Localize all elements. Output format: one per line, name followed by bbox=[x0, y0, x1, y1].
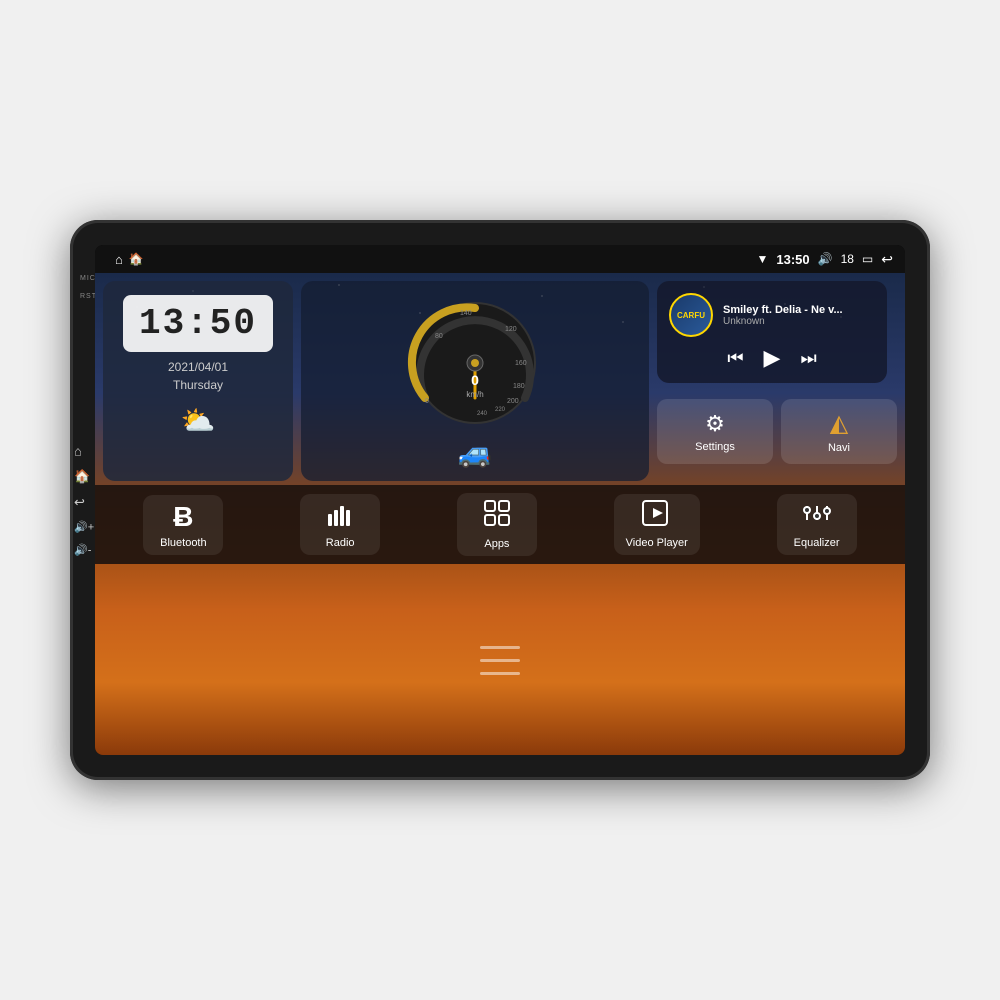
video-label: Video Player bbox=[626, 537, 688, 549]
back-side-icon[interactable]: ↩ bbox=[72, 493, 87, 513]
svg-text:km/h: km/h bbox=[466, 390, 483, 399]
prev-button[interactable]: ⏮ bbox=[727, 348, 743, 369]
svg-text:80: 80 bbox=[435, 333, 443, 340]
clock-display: 13:50 bbox=[123, 295, 273, 352]
clock-time: 13:50 bbox=[139, 303, 257, 344]
vol-down-icon[interactable]: 🔊- bbox=[72, 542, 93, 559]
widgets-row: 13:50 2021/04/01 Thursday ⛅ bbox=[95, 273, 905, 485]
volume-icon: 🔊 bbox=[818, 252, 833, 266]
settings-navi-row: ⚙ Settings ◭ Navi bbox=[657, 399, 897, 464]
mic-label: MIC bbox=[80, 275, 96, 282]
svg-text:0: 0 bbox=[471, 372, 479, 388]
svg-text:180: 180 bbox=[513, 383, 525, 390]
settings-button[interactable]: ⚙ Settings bbox=[657, 399, 773, 464]
video-icon bbox=[642, 500, 672, 533]
speedometer-svg: 0 120 140 80 160 180 200 220 240 bbox=[405, 293, 545, 433]
navi-button[interactable]: ◭ Navi bbox=[781, 399, 897, 464]
battery-icon: ▭ bbox=[862, 252, 873, 266]
screen: ⌂ 🏠 ▼ 13:50 🔊 18 ▭ ↩ bbox=[95, 245, 905, 755]
music-artist: Unknown bbox=[723, 316, 875, 327]
svg-text:140: 140 bbox=[460, 310, 472, 317]
side-button-group: ⌂ 🏠 ↩ 🔊+ 🔊- bbox=[72, 442, 96, 559]
house-side-icon[interactable]: 🏠 bbox=[72, 467, 92, 487]
video-button[interactable]: Video Player bbox=[614, 494, 700, 555]
weather-icon: ⛅ bbox=[181, 404, 216, 437]
music-title: Smiley ft. Delia - Ne v... bbox=[723, 304, 875, 316]
navi-label: Navi bbox=[828, 442, 850, 454]
road-lines bbox=[480, 646, 520, 675]
svg-text:0: 0 bbox=[425, 398, 429, 405]
bluetooth-label: Bluetooth bbox=[160, 537, 206, 549]
app-status-icon[interactable]: 🏠 bbox=[129, 252, 144, 266]
music-logo: CARFU bbox=[669, 293, 713, 337]
settings-label: Settings bbox=[695, 441, 735, 453]
equalizer-label: Equalizer bbox=[794, 537, 840, 549]
radio-label: Radio bbox=[326, 537, 355, 549]
radio-icon bbox=[326, 500, 354, 533]
car-head-unit: MIC RST ⌂ 🏠 ↩ 🔊+ 🔊- ⌂ 🏠 ▼ 13:50 🔊 18 ▭ ↩ bbox=[70, 220, 930, 780]
music-header: CARFU Smiley ft. Delia - Ne v... Unknown bbox=[669, 293, 875, 337]
back-icon[interactable]: ↩ bbox=[881, 251, 893, 268]
bluetooth-button[interactable]: Ƀ Bluetooth bbox=[143, 495, 223, 555]
right-column: CARFU Smiley ft. Delia - Ne v... Unknown… bbox=[657, 281, 897, 481]
music-widget: CARFU Smiley ft. Delia - Ne v... Unknown… bbox=[657, 281, 887, 383]
vol-up-icon[interactable]: 🔊+ bbox=[72, 519, 96, 536]
navi-icon: ◭ bbox=[830, 409, 848, 438]
carfu-text: CARFU bbox=[677, 311, 705, 320]
svg-text:120: 120 bbox=[505, 326, 517, 333]
svg-text:160: 160 bbox=[515, 360, 527, 367]
bottom-bar: Ƀ Bluetooth Radio bbox=[95, 485, 905, 564]
settings-icon: ⚙ bbox=[705, 411, 725, 437]
speedometer-widget: 0 120 140 80 160 180 200 220 240 bbox=[301, 281, 649, 481]
svg-text:200: 200 bbox=[507, 398, 519, 405]
main-content: 13:50 2021/04/01 Thursday ⛅ bbox=[95, 273, 905, 755]
next-button[interactable]: ⏭ bbox=[800, 348, 816, 369]
home-side-icon[interactable]: ⌂ bbox=[72, 442, 84, 461]
equalizer-button[interactable]: Equalizer bbox=[777, 494, 857, 555]
bluetooth-icon: Ƀ bbox=[173, 501, 193, 533]
clock-widget: 13:50 2021/04/01 Thursday ⛅ bbox=[103, 281, 293, 481]
music-controls: ⏮ ▶ ⏭ bbox=[669, 345, 875, 371]
apps-label: Apps bbox=[484, 538, 509, 550]
radio-button[interactable]: Radio bbox=[300, 494, 380, 555]
music-info: Smiley ft. Delia - Ne v... Unknown bbox=[723, 304, 875, 327]
volume-level: 18 bbox=[841, 252, 854, 266]
clock-day: Thursday bbox=[173, 378, 223, 392]
apps-icon bbox=[483, 499, 511, 534]
status-bar: ⌂ 🏠 ▼ 13:50 🔊 18 ▭ ↩ bbox=[95, 245, 905, 273]
svg-text:220: 220 bbox=[495, 407, 506, 413]
home-status-icon[interactable]: ⌂ bbox=[115, 252, 123, 267]
equalizer-icon bbox=[803, 500, 831, 533]
clock-date: 2021/04/01 bbox=[168, 360, 228, 374]
svg-text:240: 240 bbox=[477, 411, 488, 417]
wifi-icon: ▼ bbox=[756, 252, 768, 266]
status-time: 13:50 bbox=[776, 252, 809, 267]
car-icon: 🚙 bbox=[458, 436, 493, 469]
apps-button[interactable]: Apps bbox=[457, 493, 537, 556]
play-button[interactable]: ▶ bbox=[764, 345, 781, 371]
